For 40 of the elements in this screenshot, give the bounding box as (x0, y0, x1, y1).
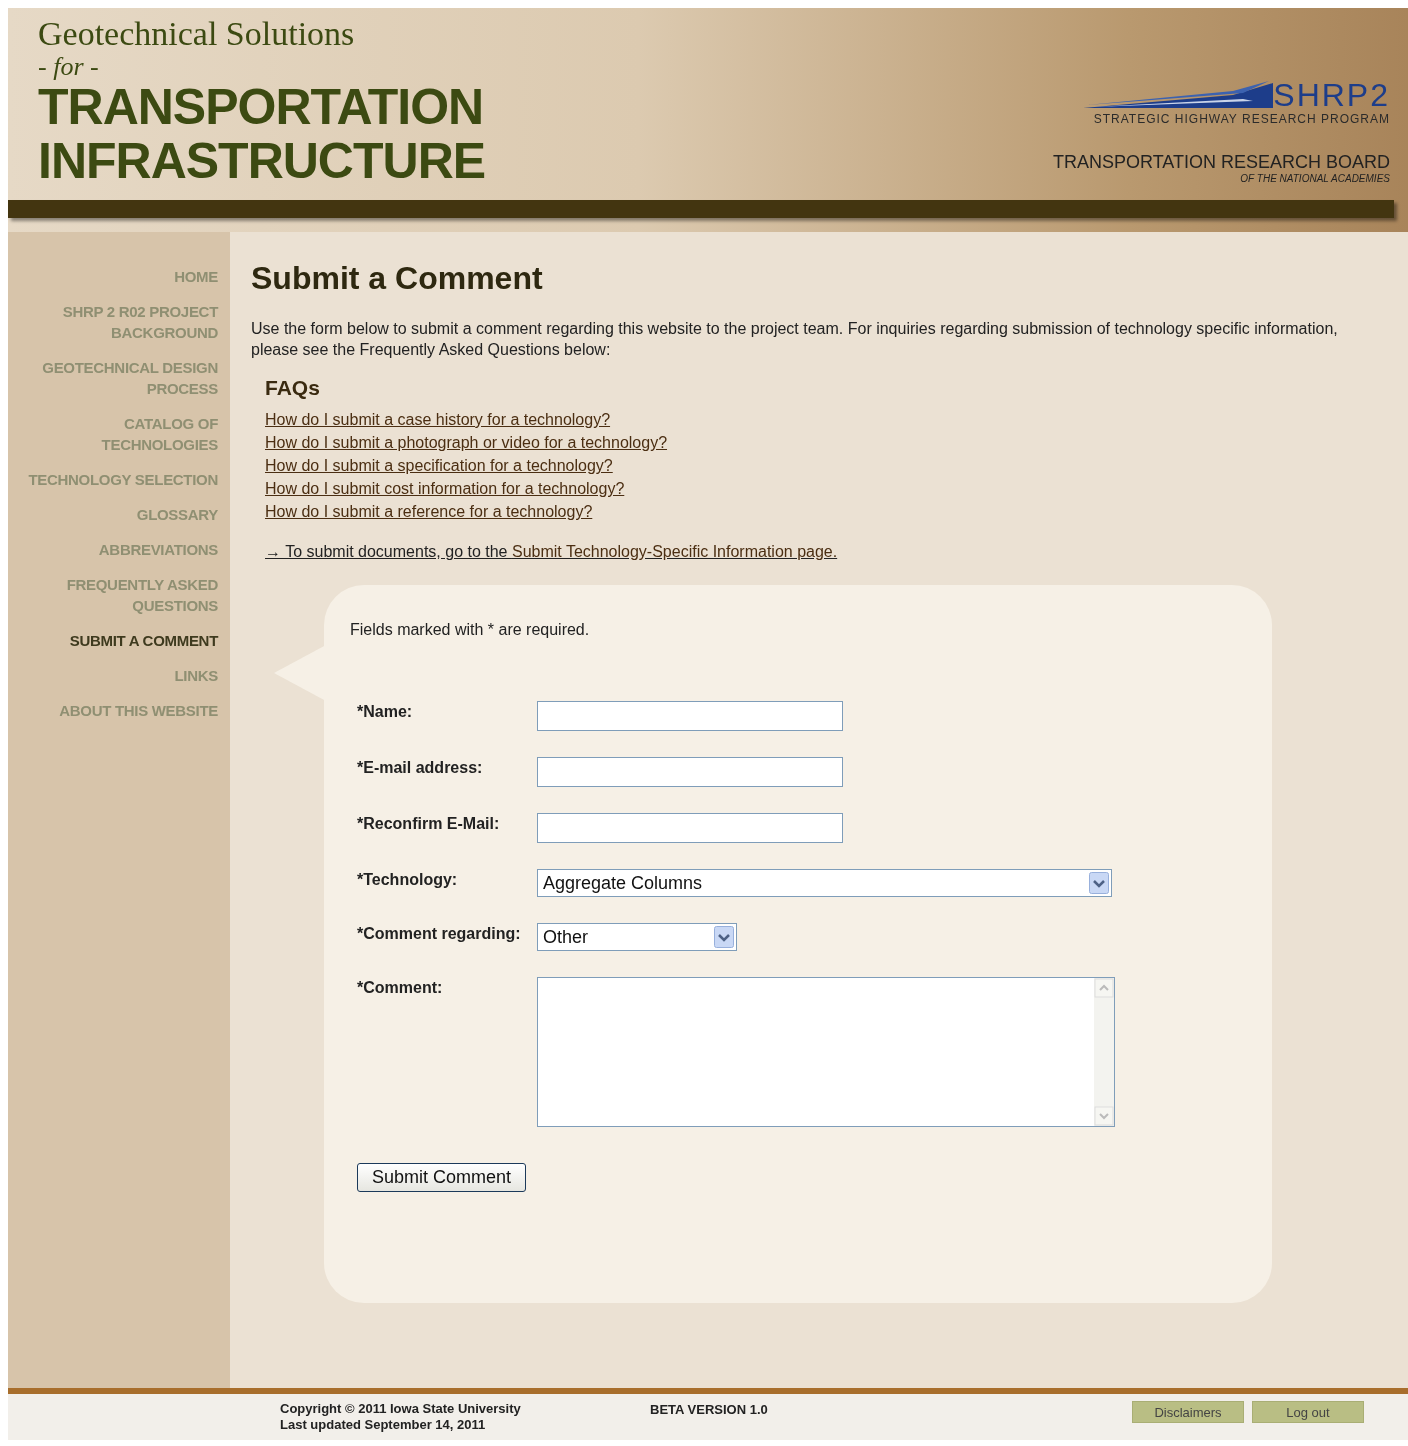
site-title: Geotechnical Solutions (38, 14, 356, 54)
copyright-text: Copyright © 2011 Iowa State University (280, 1401, 522, 1417)
faq-link[interactable]: How do I submit a reference for a technology? (265, 500, 1408, 523)
site-title: INFRASTRUCTURE (38, 134, 486, 188)
footer-button[interactable]: Disclaimers (1132, 1401, 1244, 1423)
text-field[interactable] (537, 757, 843, 787)
org-subtitle: OF THE NATIONAL ACADEMIES (1240, 173, 1390, 184)
required-note: Fields marked with * are required. (350, 621, 591, 639)
submit-button[interactable]: Submit Comment (357, 1163, 527, 1192)
field-label: *E-mail address: (357, 758, 484, 778)
faq-link[interactable]: How do I submit a specification for a technology? (265, 454, 1408, 477)
submit-documents-text: → To submit documents, go to the Submit Technology-Specific Information page. (265, 543, 839, 561)
nav-link[interactable]: SUBMIT A COMMENT (69, 630, 218, 651)
text-field[interactable] (537, 813, 843, 843)
field-label: *Name: (357, 702, 414, 722)
field-label: *Reconfirm E-Mail: (357, 814, 501, 834)
faqs-heading: FAQs (265, 376, 321, 400)
field-label: *Comment regarding: (357, 924, 522, 944)
last-updated-text: Last updated September 14, 2011 (280, 1417, 487, 1433)
info-page-link[interactable]: Submit Technology-Specific Information page. (511, 543, 838, 560)
text-field[interactable] (537, 701, 843, 731)
logo-text: SHRP2 (1273, 80, 1390, 110)
dropdown[interactable]: Aggregate Columns (537, 869, 1112, 897)
logo-subtitle: STRATEGIC HIGHWAY RESEARCH PROGRAM (1093, 112, 1390, 126)
faq-link[interactable]: How do I submit cost information for a technology? (265, 477, 1408, 500)
faq-link[interactable]: How do I submit a case history for a technology? (265, 408, 1408, 431)
intro-text: Use the form below to submit a comment regarding this website to the project team. For inquiries regarding submission of technology specific information, please see the Frequently Asked Questions below: (251, 319, 1339, 360)
field-label: *Technology: (357, 870, 459, 890)
site-title: TRANSPORTATION (38, 80, 485, 134)
site-title: - for - (38, 54, 100, 80)
faq-link[interactable]: How do I submit a photograph or video for a technology? (265, 431, 1408, 454)
version-text: BETA VERSION 1.0 (650, 1401, 768, 1417)
scroll-up-icon[interactable] (1094, 978, 1114, 998)
scroll-down-icon[interactable] (1094, 1106, 1114, 1126)
page-title: Submit a Comment (251, 260, 544, 296)
field-label: *Comment: (357, 978, 444, 998)
org-name: TRANSPORTATION RESEARCH BOARD (1052, 152, 1390, 173)
footer-button[interactable]: Log out (1252, 1401, 1364, 1423)
dropdown[interactable]: Other (537, 923, 737, 951)
comment-field[interactable] (537, 977, 1115, 1127)
